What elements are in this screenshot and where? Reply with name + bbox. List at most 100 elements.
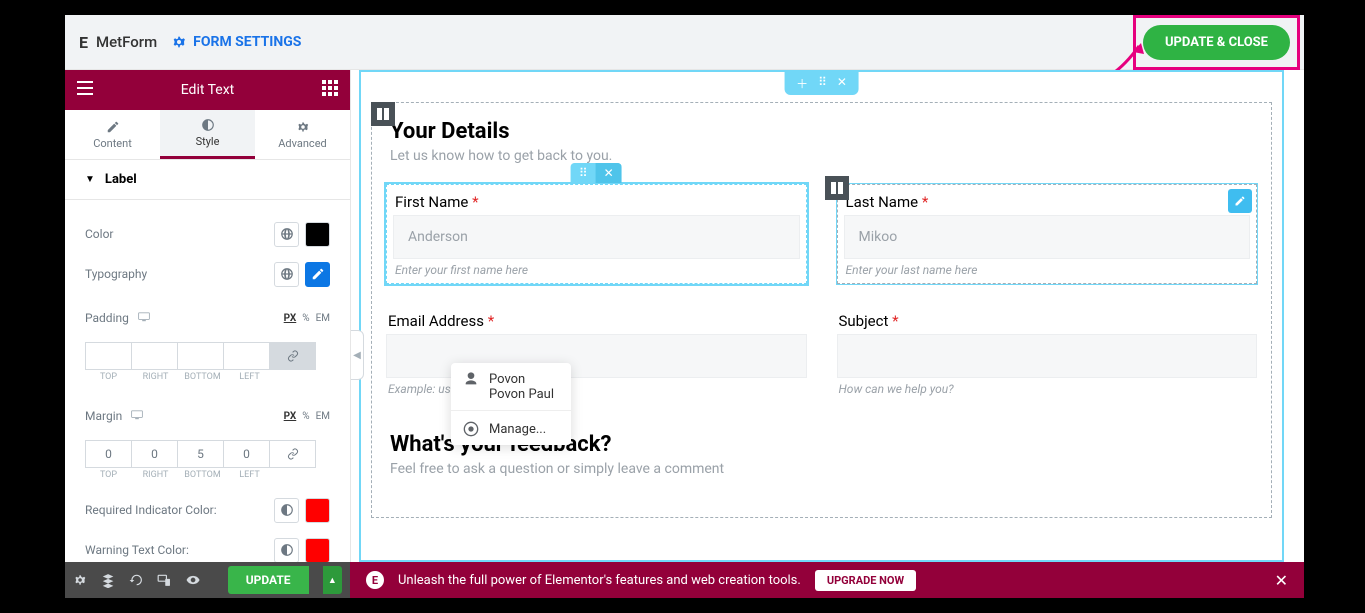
tab-style[interactable]: Style bbox=[160, 110, 255, 159]
section-close-icon[interactable]: ✕ bbox=[837, 75, 847, 92]
globe-icon[interactable] bbox=[274, 538, 299, 563]
section-drag-icon[interactable]: ⠿ bbox=[818, 75, 827, 92]
unit-px[interactable]: PX bbox=[284, 313, 297, 324]
margin-right-input[interactable] bbox=[131, 440, 178, 468]
form-settings-label: FORM SETTINGS bbox=[193, 34, 301, 50]
contrast-icon bbox=[201, 118, 215, 132]
upgrade-now-button[interactable]: UPGRADE NOW bbox=[815, 570, 916, 591]
padding-bottom-input[interactable] bbox=[177, 342, 224, 370]
navigator-icon[interactable] bbox=[101, 572, 115, 588]
update-and-close-button[interactable]: UPDATE & CLOSE bbox=[1143, 25, 1290, 60]
padding-top-input[interactable] bbox=[85, 342, 132, 370]
brand: E MetForm bbox=[79, 33, 157, 52]
unit-em[interactable]: EM bbox=[316, 411, 330, 422]
brand-label: MetForm bbox=[96, 33, 157, 51]
tab-content[interactable]: Content bbox=[65, 110, 160, 159]
sidebar-header: Edit Text bbox=[65, 70, 350, 110]
hamburger-icon[interactable] bbox=[77, 81, 93, 99]
widgets-grid-icon[interactable] bbox=[322, 80, 338, 100]
footer-promo-bar: E Unleash the full power of Elementor's … bbox=[350, 562, 1304, 598]
control-color: Color bbox=[85, 214, 330, 254]
widget-close-icon[interactable]: ✕ bbox=[596, 163, 622, 183]
subject-label: Subject * bbox=[837, 310, 1258, 334]
form-settings-link[interactable]: FORM SETTINGS bbox=[171, 34, 301, 50]
form-section[interactable]: Your Details Let us know how to get back… bbox=[371, 102, 1272, 518]
email-input[interactable] bbox=[386, 334, 807, 378]
chrome-icon bbox=[463, 421, 479, 437]
globe-icon[interactable] bbox=[274, 498, 299, 523]
column-handle-icon[interactable] bbox=[825, 176, 849, 200]
margin-left-input[interactable] bbox=[223, 440, 270, 468]
elementor-badge-icon: E bbox=[366, 571, 384, 589]
globe-icon[interactable] bbox=[274, 222, 299, 247]
dim-top: TOP bbox=[85, 470, 132, 480]
widget-toolbar: ⠿ ✕ bbox=[571, 163, 622, 183]
margin-top-input[interactable] bbox=[85, 440, 132, 468]
sidebar-collapse-handle[interactable]: ◀ bbox=[350, 330, 364, 380]
last-name-label: Last Name * bbox=[844, 191, 1251, 215]
last-name-widget[interactable]: Last Name * Mikoo Enter your last name h… bbox=[837, 184, 1258, 284]
first-name-input[interactable]: Anderson bbox=[393, 215, 800, 259]
widget-drag-icon[interactable]: ⠿ bbox=[571, 163, 596, 183]
padding-left-input[interactable] bbox=[223, 342, 270, 370]
margin-label: Margin bbox=[85, 409, 122, 423]
canvas-wrap: ◀ ＋ ⠿ ✕ Your Details Let us know how to … bbox=[350, 70, 1304, 598]
update-button[interactable]: UPDATE bbox=[228, 566, 309, 594]
unit-em[interactable]: EM bbox=[316, 313, 330, 324]
topbar: E MetForm FORM SETTINGS UPDATE & CLOSE bbox=[65, 15, 1304, 70]
section-add-icon[interactable]: ＋ bbox=[796, 75, 808, 92]
last-name-input[interactable]: Mikoo bbox=[844, 215, 1251, 259]
autofill-name: Povon bbox=[489, 372, 525, 387]
promo-text: Unleash the full power of Elementor's fe… bbox=[398, 573, 801, 588]
required-color-swatch[interactable] bbox=[305, 498, 330, 523]
dim-bottom: BOTTOM bbox=[179, 470, 226, 480]
canvas[interactable]: ＋ ⠿ ✕ Your Details Let us know how to ge… bbox=[359, 70, 1284, 562]
subtext-your-details: Let us know how to get back to you. bbox=[386, 146, 1257, 184]
responsive-icon[interactable] bbox=[157, 572, 171, 588]
widget-edit-button[interactable] bbox=[1228, 189, 1252, 213]
metform-editor-modal: E MetForm FORM SETTINGS UPDATE & CLOSE E… bbox=[65, 15, 1304, 598]
tab-style-label: Style bbox=[196, 135, 220, 148]
unit-pct[interactable]: % bbox=[302, 411, 309, 422]
desktop-icon[interactable] bbox=[131, 410, 143, 420]
history-icon[interactable] bbox=[129, 572, 143, 588]
padding-label: Padding bbox=[85, 311, 129, 325]
promo-close-icon[interactable]: ✕ bbox=[1275, 571, 1288, 590]
dim-bottom: BOTTOM bbox=[179, 372, 226, 382]
color-swatch[interactable] bbox=[305, 222, 330, 247]
tab-advanced[interactable]: Advanced bbox=[255, 110, 350, 159]
email-label: Email Address * bbox=[386, 310, 807, 334]
preview-icon[interactable] bbox=[186, 572, 200, 588]
control-margin: Margin PX % EM bbox=[85, 392, 330, 490]
update-options-button[interactable]: ▲ bbox=[323, 566, 342, 594]
warning-color-swatch[interactable] bbox=[305, 538, 330, 563]
settings-icon[interactable] bbox=[73, 572, 87, 588]
required-color-label: Required Indicator Color: bbox=[85, 503, 217, 517]
typography-label: Typography bbox=[85, 267, 147, 281]
subject-widget[interactable]: Subject * How can we help you? bbox=[837, 310, 1258, 396]
unit-px[interactable]: PX bbox=[284, 411, 297, 422]
typography-edit-button[interactable] bbox=[305, 262, 330, 287]
column-handle-icon[interactable] bbox=[371, 102, 395, 126]
control-padding: Padding PX % EM bbox=[85, 294, 330, 392]
first-name-label: First Name * bbox=[393, 191, 800, 215]
dim-right: RIGHT bbox=[132, 372, 179, 382]
subject-input[interactable] bbox=[837, 334, 1258, 378]
link-icon bbox=[287, 350, 299, 362]
autofill-manage[interactable]: Manage... bbox=[451, 413, 571, 445]
margin-link-toggle[interactable] bbox=[269, 440, 316, 468]
link-icon bbox=[287, 448, 299, 460]
margin-bottom-input[interactable] bbox=[177, 440, 224, 468]
autofill-full-name[interactable]: Povon Paul bbox=[451, 387, 571, 408]
globe-icon[interactable] bbox=[274, 262, 299, 287]
section-label-accordion[interactable]: ▼ Label bbox=[65, 160, 350, 200]
first-name-widget[interactable]: ⠿ ✕ First Name * Anderson Enter your fir… bbox=[386, 184, 807, 284]
padding-link-toggle[interactable] bbox=[269, 342, 316, 370]
cog-icon bbox=[296, 120, 310, 134]
tab-content-label: Content bbox=[93, 137, 132, 150]
subject-help: How can we help you? bbox=[837, 378, 1258, 396]
padding-right-input[interactable] bbox=[131, 342, 178, 370]
unit-pct[interactable]: % bbox=[302, 313, 309, 324]
email-widget[interactable]: Email Address * Example: user@website.co… bbox=[386, 310, 807, 396]
desktop-icon[interactable] bbox=[138, 312, 150, 322]
